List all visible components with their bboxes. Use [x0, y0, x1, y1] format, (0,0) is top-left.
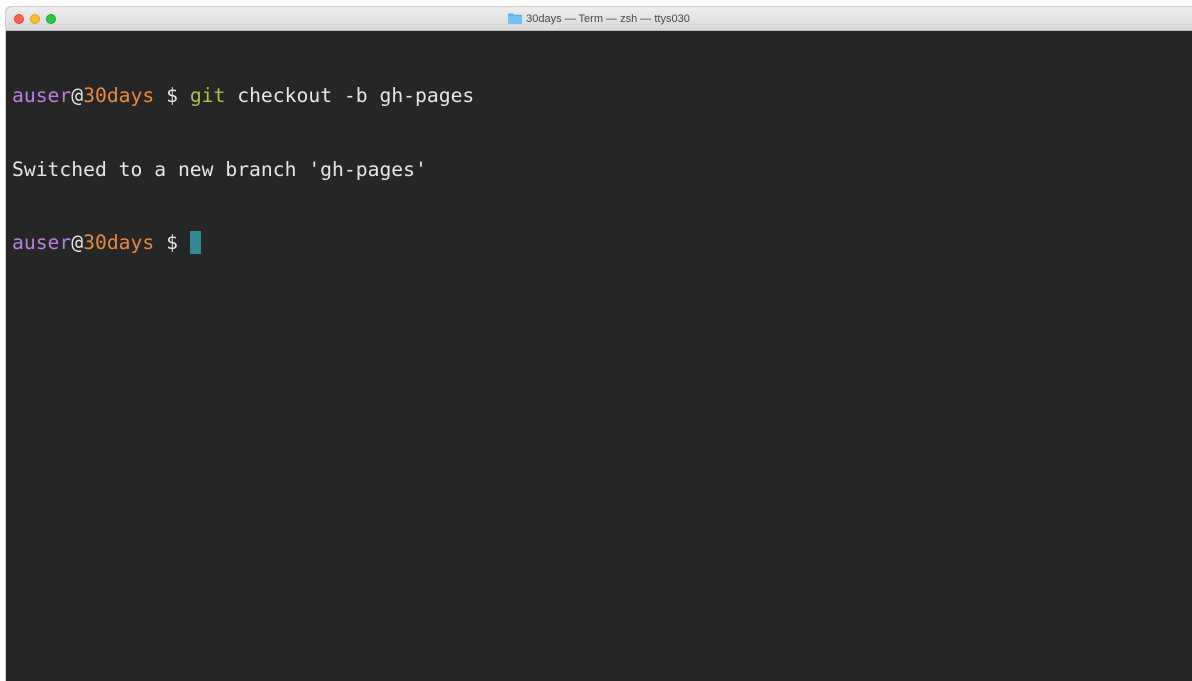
prompt-host: 30days [83, 84, 155, 107]
terminal-output[interactable]: auser@30days $ git checkout -b gh-pages … [6, 31, 1192, 305]
window-title: 30days — Term — zsh — ttys030 [526, 12, 690, 25]
command-name: git [189, 84, 226, 107]
prompt-user: auser [12, 84, 72, 107]
terminal-window: 30days — Term — zsh — ttys030 auser@30da… [6, 7, 1192, 681]
title-bar[interactable]: 30days — Term — zsh — ttys030 [6, 7, 1192, 31]
folder-icon [508, 13, 523, 24]
terminal-line: auser@30days $ [12, 231, 1192, 256]
command-output: Switched to a new branch 'gh-pages' [12, 157, 427, 181]
window-title-area: 30days — Term — zsh — ttys030 [6, 7, 1192, 30]
command-args: checkout -b gh-pages [225, 84, 475, 107]
prompt-user: auser [12, 231, 72, 254]
prompt-at: @ [71, 231, 84, 254]
prompt-at: @ [71, 84, 84, 107]
terminal-line: auser@30days $ git checkout -b gh-pages [12, 84, 1192, 109]
text-cursor [189, 231, 201, 254]
prompt-symbol: $ [154, 84, 190, 107]
prompt-host: 30days [83, 231, 155, 254]
prompt-symbol: $ [154, 231, 190, 254]
terminal-line: Switched to a new branch 'gh-pages' [12, 158, 1192, 183]
